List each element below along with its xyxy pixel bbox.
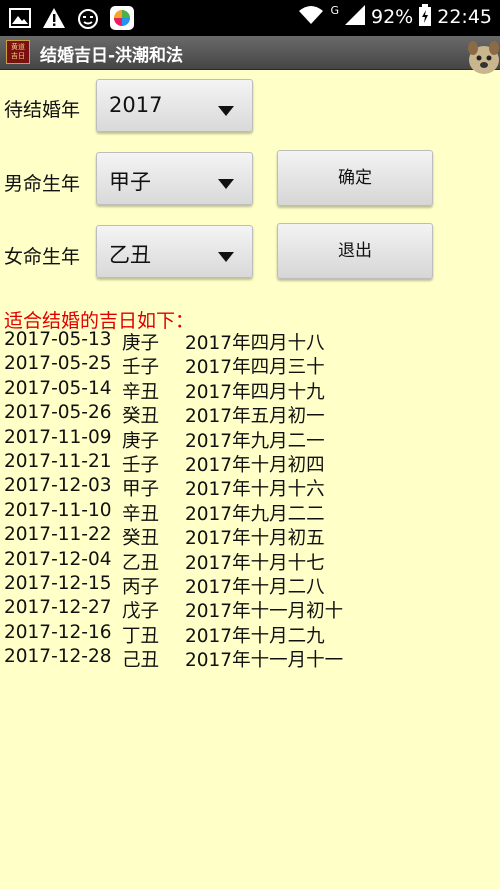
title-bar: 黄道吉日 结婚吉日-洪潮和法 xyxy=(0,36,500,70)
lunar-date: 2017年十月二八 xyxy=(185,576,325,598)
solar-date: 2017-11-10 xyxy=(4,499,112,521)
app-title: 结婚吉日-洪潮和法 xyxy=(40,46,184,66)
list-item: 2017-11-09 庚子 2017年九月二一 xyxy=(4,426,494,452)
solar-date: 2017-12-27 xyxy=(4,597,112,619)
list-item: 2017-05-13 庚子 2017年四月十八 xyxy=(4,329,494,354)
ganzhi-day: 己丑 xyxy=(122,650,160,672)
ganzhi-day: 辛丑 xyxy=(122,503,160,525)
male-birth-year-label: 男命生年 xyxy=(4,173,81,195)
solar-date: 2017-12-28 xyxy=(4,646,112,668)
ganzhi-day: 庚子 xyxy=(122,430,160,452)
ganzhi-day: 丙子 xyxy=(122,576,160,598)
battery-icon xyxy=(419,4,432,30)
dropdown-triangle-icon xyxy=(218,101,234,120)
ganzhi-day: 辛丑 xyxy=(122,381,160,403)
app-logo: 黄道吉日 xyxy=(6,40,30,64)
solar-date: 2017-05-25 xyxy=(4,353,112,375)
dropdown-triangle-icon xyxy=(218,174,234,193)
ganzhi-day: 戊子 xyxy=(122,601,160,623)
ganzhi-day: 丁丑 xyxy=(122,625,160,647)
lunar-date: 2017年十一月十一 xyxy=(185,650,344,672)
colorful-app-icon xyxy=(110,6,134,30)
lunar-date: 2017年十月二九 xyxy=(185,625,325,647)
solar-date: 2017-12-15 xyxy=(4,572,112,594)
lunar-date: 2017年四月十九 xyxy=(185,381,325,403)
network-type: G xyxy=(330,3,339,17)
female-birth-year-value: 乙丑 xyxy=(109,243,151,267)
ganzhi-day: 癸丑 xyxy=(122,406,160,428)
lunar-date: 2017年十月十六 xyxy=(185,479,325,501)
solar-date: 2017-11-09 xyxy=(4,426,112,448)
list-item: 2017-12-15 丙子 2017年十月二八 xyxy=(4,572,494,598)
lunar-date: 2017年十一月初十 xyxy=(185,601,344,623)
lunar-date: 2017年五月初一 xyxy=(185,406,325,428)
ganzhi-day: 庚子 xyxy=(122,333,160,354)
list-item: 2017-12-27 戊子 2017年十一月初十 xyxy=(4,597,494,623)
solar-date: 2017-05-26 xyxy=(4,402,112,424)
wifi-icon xyxy=(298,5,324,29)
lunar-date: 2017年十月初四 xyxy=(185,454,325,476)
image-icon xyxy=(8,6,32,30)
solar-date: 2017-12-16 xyxy=(4,621,112,643)
solar-date: 2017-12-03 xyxy=(4,475,112,497)
list-item: 2017-05-26 癸丑 2017年五月初一 xyxy=(4,402,494,428)
status-bar: G 92% 22:45 xyxy=(0,0,500,36)
lunar-date: 2017年四月十八 xyxy=(185,333,325,354)
ganzhi-day: 癸丑 xyxy=(122,528,160,550)
warning-icon xyxy=(42,6,66,30)
ganzhi-day: 甲子 xyxy=(122,479,160,501)
female-birth-year-label: 女命生年 xyxy=(4,246,81,268)
clock: 22:45 xyxy=(437,6,492,28)
year-spinner-value: 2017 xyxy=(109,93,163,117)
solar-date: 2017-05-14 xyxy=(4,377,112,399)
list-item: 2017-11-21 壬子 2017年十月初四 xyxy=(4,450,494,476)
mascot-icon xyxy=(460,36,500,81)
confirm-button[interactable]: 确定 xyxy=(277,150,433,206)
year-label: 待结婚年 xyxy=(4,99,81,121)
signal-icon xyxy=(345,5,365,29)
list-item: 2017-05-14 辛丑 2017年四月十九 xyxy=(4,377,494,403)
ganzhi-day: 壬子 xyxy=(122,454,160,476)
year-spinner[interactable]: 2017 xyxy=(96,79,253,132)
list-item: 2017-12-04 乙丑 2017年十月十七 xyxy=(4,548,494,574)
list-item: 2017-11-10 辛丑 2017年九月二二 xyxy=(4,499,494,525)
exit-button[interactable]: 退出 xyxy=(277,223,433,279)
lunar-date: 2017年九月二一 xyxy=(185,430,325,452)
male-birth-year-value: 甲子 xyxy=(109,170,151,194)
solar-date: 2017-11-22 xyxy=(4,524,112,546)
female-birth-year-spinner[interactable]: 乙丑 xyxy=(96,225,253,278)
solar-date: 2017-11-21 xyxy=(4,450,112,472)
list-item: 2017-12-28 己丑 2017年十一月十一 xyxy=(4,646,494,672)
dropdown-triangle-icon xyxy=(218,247,234,266)
male-birth-year-spinner[interactable]: 甲子 xyxy=(96,152,253,205)
ganzhi-day: 壬子 xyxy=(122,357,160,379)
cat-face-icon xyxy=(76,6,100,30)
ganzhi-day: 乙丑 xyxy=(122,552,160,574)
results-list: 2017-05-13 庚子 2017年四月十八 2017-05-25 壬子 2017年四月… xyxy=(4,329,494,672)
battery-percent: 92% xyxy=(371,6,414,28)
list-item: 2017-12-03 甲子 2017年十月十六 xyxy=(4,475,494,501)
lunar-date: 2017年十月初五 xyxy=(185,528,325,550)
lunar-date: 2017年四月三十 xyxy=(185,357,325,379)
list-item: 2017-05-25 壬子 2017年四月三十 xyxy=(4,353,494,379)
solar-date: 2017-12-04 xyxy=(4,548,112,570)
list-item: 2017-11-22 癸丑 2017年十月初五 xyxy=(4,524,494,550)
list-item: 2017-12-16 丁丑 2017年十月二九 xyxy=(4,621,494,647)
lunar-date: 2017年十月十七 xyxy=(185,552,325,574)
lunar-date: 2017年九月二二 xyxy=(185,503,325,525)
solar-date: 2017-05-13 xyxy=(4,329,112,350)
